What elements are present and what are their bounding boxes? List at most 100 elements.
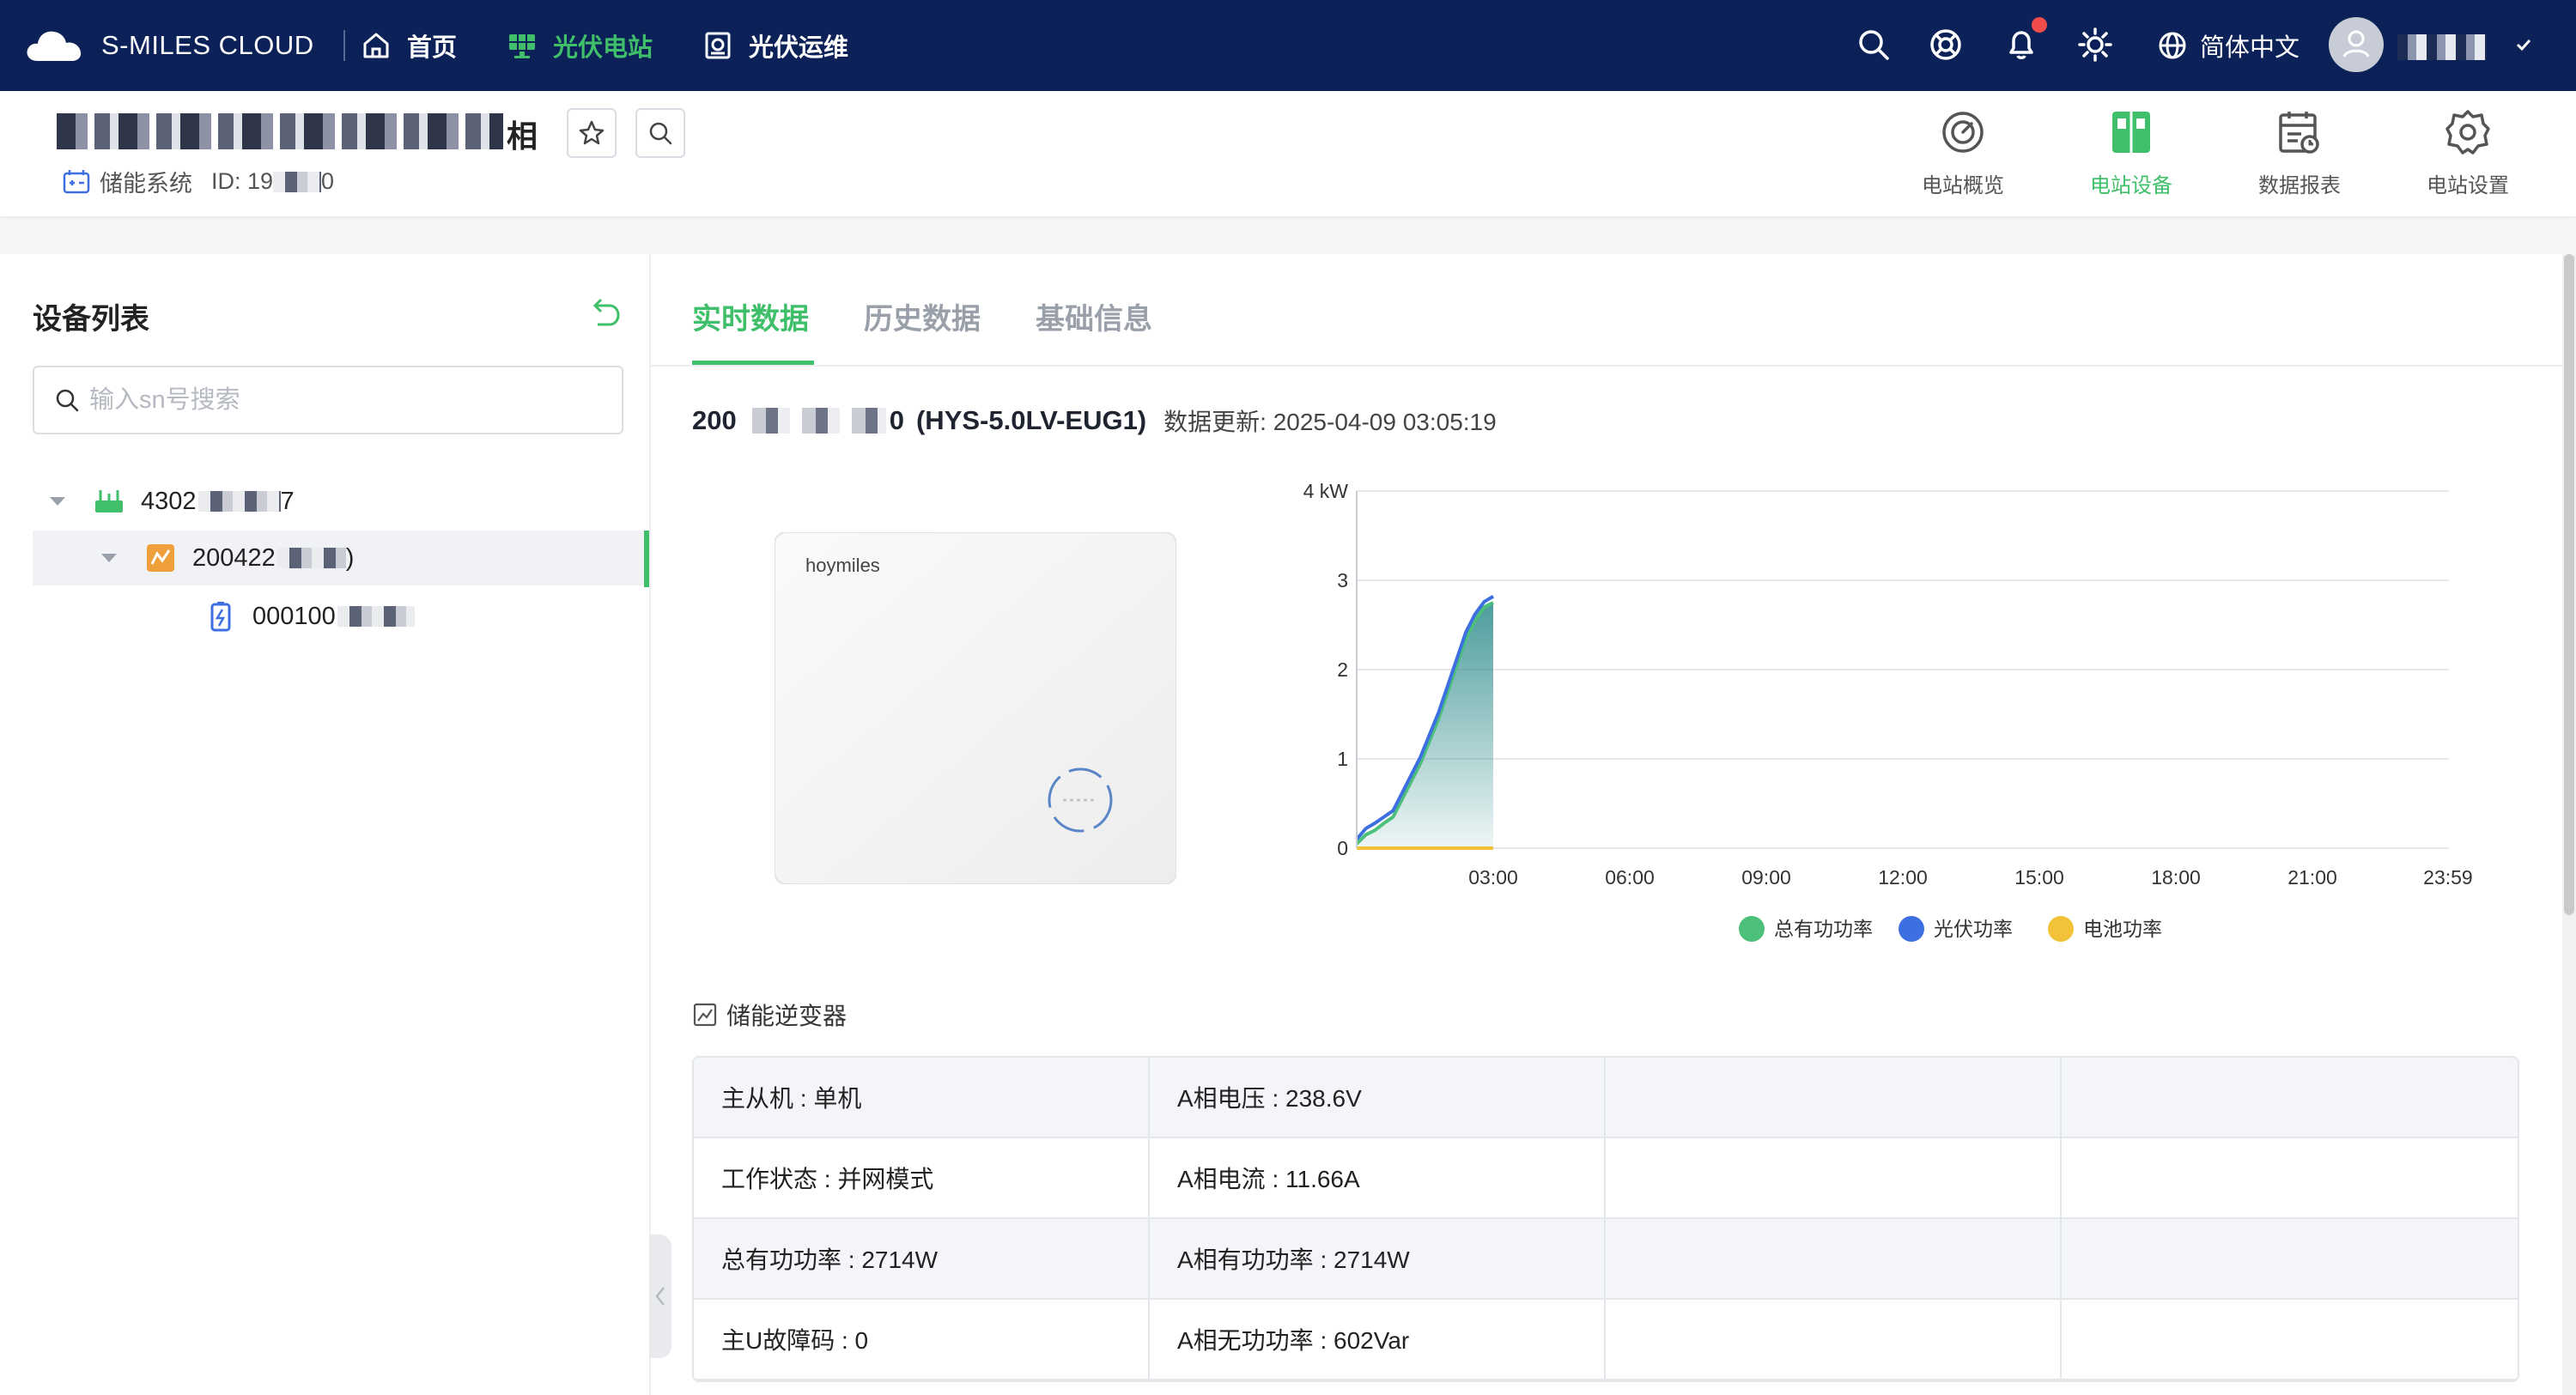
power-chart: 0 1 2 3 4 kW 03:00 06:00 09:00 12:00 15:00 18:00 21…: [1303, 480, 2473, 942]
table-cell: [1606, 1058, 2062, 1138]
notification-dot: [2032, 17, 2047, 33]
chevron-left-icon: [655, 1287, 665, 1306]
brand-divider: [343, 30, 345, 61]
brand-name: S-MILES CLOUD: [101, 30, 314, 60]
legend-swatch: [1899, 916, 1924, 942]
chart-grid: [1357, 490, 2449, 849]
y-tick-label: 3: [1337, 569, 1348, 591]
table-cell: [2062, 1058, 2518, 1138]
legend-swatch: [1739, 916, 1765, 942]
tool-station-settings[interactable]: 电站设置: [2408, 108, 2528, 198]
device-logo: hoymiles: [805, 555, 880, 576]
data-update-time: 数据更新: 2025-04-09 03:05:19: [1163, 409, 1497, 435]
tree-item-router-sn: 4302: [141, 487, 197, 515]
x-tick-label: 15:00: [2014, 866, 2064, 889]
nav-pv-station-label: 光伏电站: [553, 34, 653, 62]
search-icon[interactable]: [1855, 26, 1893, 64]
star-icon: [579, 120, 605, 145]
nav-pv-maintenance[interactable]: 光伏运维: [702, 22, 848, 69]
caret-down-icon[interactable]: [100, 552, 118, 564]
page-scrollbar-thumb[interactable]: [2564, 254, 2574, 915]
station-name-redacted: [57, 113, 503, 149]
tool-station-devices[interactable]: 电站设备: [2071, 108, 2191, 198]
x-tick-label: 23:59: [2423, 866, 2473, 889]
tool-station-devices-label: 电站设备: [2090, 174, 2172, 197]
tree-item-battery[interactable]: 000100: [204, 589, 634, 644]
table-cell: [2062, 1219, 2518, 1300]
tool-station-overview[interactable]: 电站概览: [1903, 108, 2023, 198]
x-tick-label: 18:00: [2151, 866, 2201, 889]
sn-search-input[interactable]: [88, 379, 606, 421]
table-cell: 主U故障码 : 0: [694, 1300, 1150, 1380]
language-selector[interactable]: 简体中文: [2157, 24, 2300, 67]
tree-item-router-sn-tail: 7: [280, 487, 295, 515]
legend-label: 总有功功率: [1774, 918, 1873, 940]
table-cell: [2062, 1138, 2518, 1219]
device-icon: [2112, 112, 2150, 153]
avatar[interactable]: [2329, 17, 2384, 72]
chart-legend[interactable]: 总有功功率 光伏功率 电池功率: [1739, 916, 2162, 942]
tool-station-overview-label: 电站概览: [1922, 174, 2004, 197]
tree-item-inverter[interactable]: 200422 ): [33, 531, 644, 585]
table-cell: A相电压 : 238.6V: [1150, 1058, 1606, 1138]
table-cell: [1606, 1138, 2062, 1219]
nav-home-label: 首页: [407, 34, 458, 62]
tab-realtime-data[interactable]: 实时数据: [692, 290, 809, 367]
x-tick-label: 12:00: [1878, 866, 1928, 889]
tree-item-router[interactable]: 4302 7: [48, 474, 649, 529]
table-row: 主U故障码 : 0 A相无功功率 : 602Var: [694, 1300, 2518, 1380]
table-row: 总有功功率 : 2714W A相有功功率 : 2714W: [694, 1219, 2518, 1300]
table-cell: A相无功功率 : 602Var: [1150, 1300, 1606, 1380]
brand[interactable]: S-MILES CLOUD: [26, 21, 345, 70]
nav-pv-station[interactable]: 光伏电站: [507, 22, 653, 69]
system-info: 储能系统 ID: 19 0: [62, 165, 334, 198]
cloud-logo-icon: [27, 31, 82, 61]
tree-item-inverter-sn-redacted: [276, 548, 346, 568]
home-icon: [363, 33, 389, 58]
caret-down-icon[interactable]: [48, 495, 67, 507]
legend-label: 电池功率: [2083, 918, 2162, 940]
tool-data-report-label: 数据报表: [2258, 174, 2341, 197]
battery-icon: [210, 602, 231, 632]
table-cell: A相有功功率 : 2714W: [1150, 1219, 1606, 1300]
table-cell: 总有功功率 : 2714W: [694, 1219, 1150, 1300]
inverter-device-image: hoymiles: [775, 532, 1176, 884]
search-icon: [56, 389, 79, 412]
x-tick-label: 09:00: [1741, 866, 1791, 889]
table-cell: 主从机 : 单机: [694, 1058, 1150, 1138]
tab-divider: [651, 365, 2562, 367]
station-id-redacted: [273, 171, 322, 192]
section-energy-inverter: 储能逆变器: [692, 998, 847, 1032]
chart-box-icon: [693, 1003, 717, 1027]
legend-label: 光伏功率: [1934, 918, 2013, 940]
favorite-button[interactable]: [567, 108, 617, 158]
system-type: 储能系统: [100, 171, 192, 197]
station-search-button[interactable]: [635, 108, 685, 158]
theme-sun-icon[interactable]: [2076, 26, 2114, 64]
inverter-icon: [147, 544, 174, 572]
tab-history-data[interactable]: 历史数据: [864, 290, 981, 367]
tree-item-router-sn-redacted: [197, 491, 281, 512]
total-power-area: [1357, 603, 1493, 848]
username-redacted: [2397, 34, 2487, 60]
table-cell: A相电流 : 11.66A: [1150, 1138, 1606, 1219]
sn-search-box[interactable]: [33, 366, 623, 434]
tool-data-report[interactable]: 数据报表: [2239, 108, 2360, 198]
nav-home[interactable]: 首页: [361, 22, 457, 69]
device-sn-tail: 0: [889, 405, 904, 435]
help-lifebuoy-icon[interactable]: [1927, 26, 1965, 64]
chart-series: [1355, 594, 1495, 850]
gear-icon: [2445, 110, 2490, 155]
gauge-icon: [1942, 112, 1984, 153]
y-tick-label: 0: [1337, 837, 1348, 859]
report-icon: [2279, 112, 2319, 154]
tab-basic-info[interactable]: 基础信息: [1036, 290, 1152, 367]
tree-item-inverter-sn-tail: ): [345, 543, 355, 572]
nav-pv-maintenance-label: 光伏运维: [749, 34, 849, 62]
chevron-down-icon[interactable]: [2514, 36, 2533, 55]
refresh-icon[interactable]: [587, 295, 622, 330]
inverter-info-table: 主从机 : 单机 A相电压 : 238.6V 工作状态 : 并网模式 A相电流 …: [692, 1056, 2519, 1382]
x-tick-label: 06:00: [1605, 866, 1655, 889]
collapse-panel-handle[interactable]: [649, 1234, 671, 1358]
y-tick-label: 4 kW: [1303, 480, 1349, 502]
